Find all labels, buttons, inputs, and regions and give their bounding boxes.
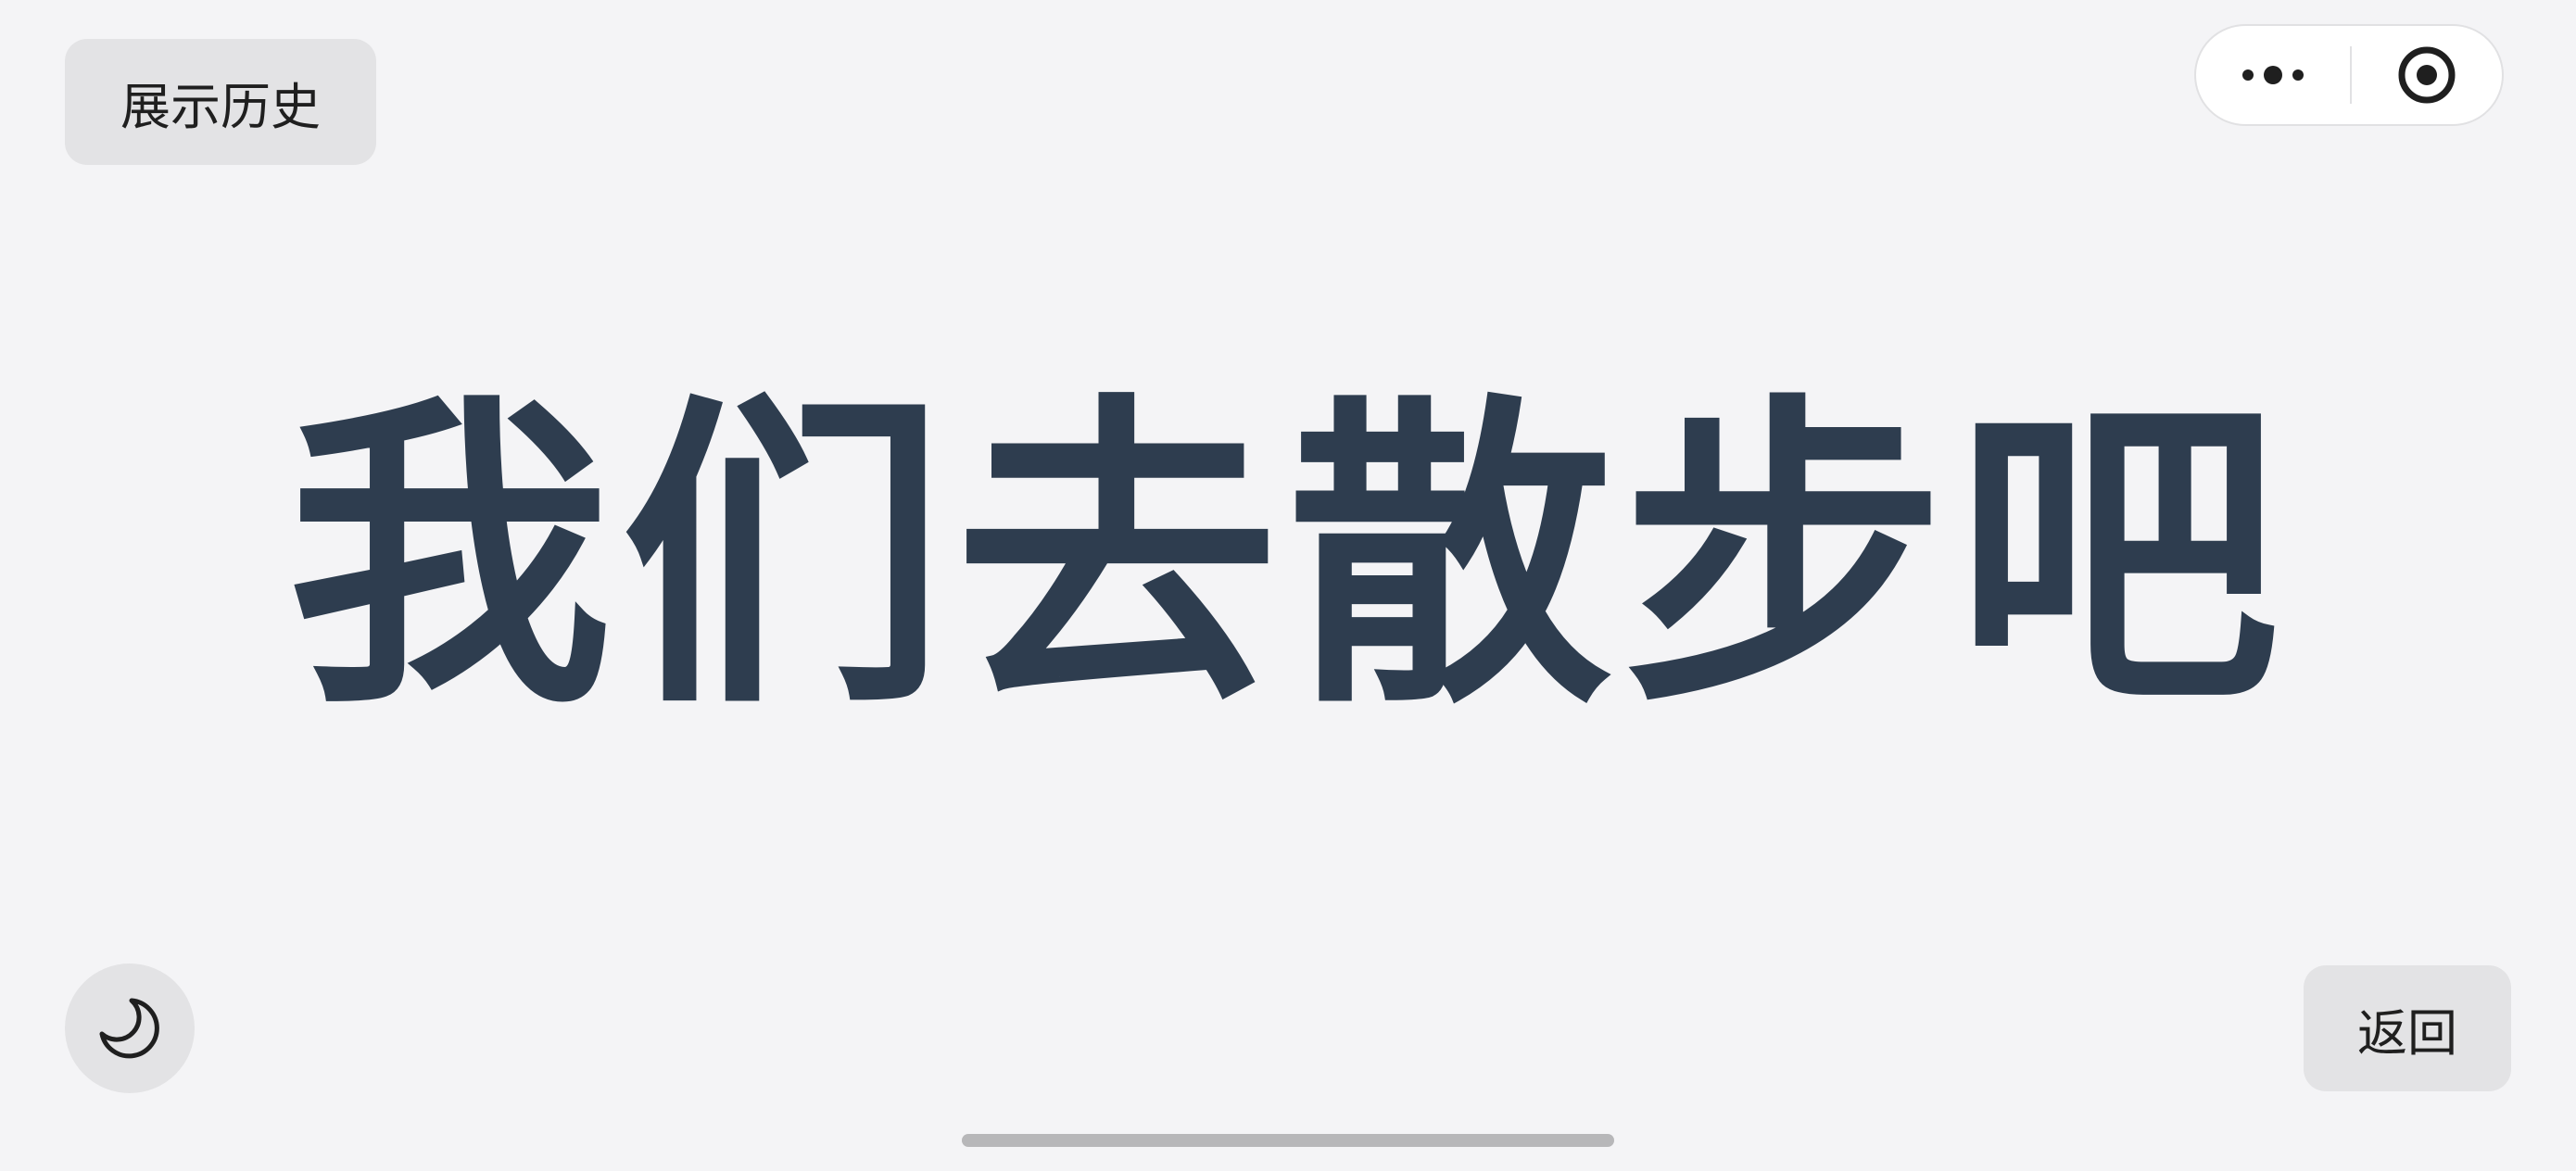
- mini-program-capsule: [2194, 24, 2504, 126]
- more-dots-icon: [2242, 66, 2304, 84]
- back-label: 返回: [2357, 1003, 2457, 1063]
- close-mini-program-button[interactable]: [2352, 26, 2502, 124]
- display-text: 我们去散步吧: [287, 368, 2289, 747]
- more-button[interactable]: [2196, 26, 2350, 124]
- theme-toggle-button[interactable]: [65, 963, 195, 1093]
- back-button[interactable]: 返回: [2304, 965, 2511, 1091]
- moon-icon: [99, 998, 159, 1059]
- show-history-button[interactable]: 展示历史: [65, 39, 376, 165]
- target-circle-icon: [2398, 46, 2456, 104]
- home-indicator[interactable]: [962, 1134, 1614, 1147]
- show-history-label: 展示历史: [120, 77, 321, 136]
